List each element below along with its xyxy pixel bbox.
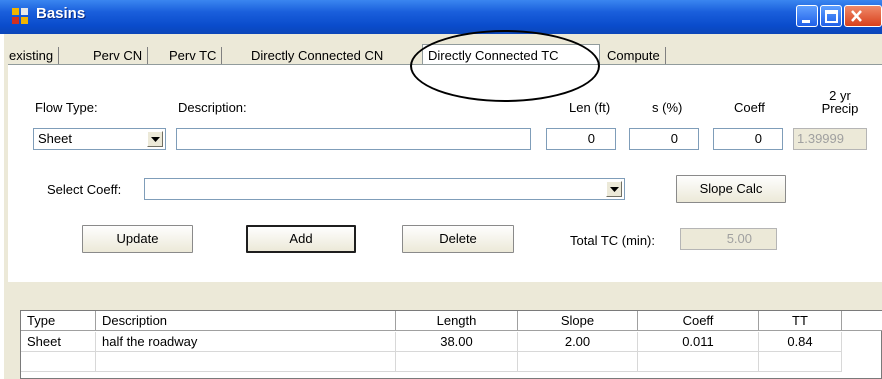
close-icon	[851, 10, 862, 22]
cell-empty	[518, 352, 638, 372]
total-tc-label: Total TC (min):	[570, 233, 655, 248]
cell-empty	[96, 352, 396, 372]
title-bar[interactable]	[0, 0, 882, 34]
close-button[interactable]	[844, 5, 882, 27]
coeff-input[interactable]: 0	[713, 128, 783, 150]
cell-empty	[638, 352, 759, 372]
column-header-filler	[842, 311, 882, 331]
column-header-tt[interactable]: TT	[759, 311, 842, 331]
flow-type-label: Flow Type:	[35, 100, 98, 115]
minimize-button[interactable]	[796, 5, 818, 27]
flow-type-dropdown-button[interactable]	[147, 131, 163, 147]
delete-button[interactable]: Delete	[402, 225, 514, 253]
column-header-coeff[interactable]: Coeff	[638, 311, 759, 331]
cell-description: half the roadway	[96, 332, 396, 352]
flow-type-value: Sheet	[38, 131, 72, 146]
cell-slope: 2.00	[518, 332, 638, 352]
description-input[interactable]	[176, 128, 531, 150]
column-header-slope[interactable]: Slope	[518, 311, 638, 331]
app-icon	[12, 8, 28, 24]
maximize-icon	[825, 10, 838, 23]
cell-type: Sheet	[21, 332, 96, 352]
minimize-icon	[802, 20, 810, 23]
chevron-down-icon	[610, 187, 619, 192]
slope-input[interactable]: 0	[629, 128, 699, 150]
column-header-description[interactable]: Description	[96, 311, 396, 331]
results-grid[interactable]: Type Description Length Slope Coeff TT S…	[20, 310, 882, 379]
precip-label-line2: Precip	[821, 101, 859, 116]
annotation-ellipse	[410, 30, 600, 102]
cell-empty	[21, 352, 96, 372]
maximize-button[interactable]	[820, 5, 842, 27]
coeff-label: Coeff	[734, 100, 765, 115]
window-title: Basins	[36, 5, 86, 22]
column-header-type[interactable]: Type	[21, 311, 96, 331]
cell-length: 38.00	[396, 332, 518, 352]
slope-calc-button[interactable]: Slope Calc	[676, 175, 786, 203]
add-button[interactable]: Add	[246, 225, 356, 253]
precip-label: 2 yr Precip	[816, 89, 864, 115]
column-header-length[interactable]: Length	[396, 311, 518, 331]
select-coeff-dropdown-button[interactable]	[606, 181, 622, 197]
cell-empty	[396, 352, 518, 372]
chevron-down-icon	[151, 137, 160, 142]
precip-input: 1.39999	[793, 128, 867, 150]
cell-coeff: 0.011	[638, 332, 759, 352]
description-label: Description:	[178, 100, 247, 115]
length-input[interactable]: 0	[546, 128, 616, 150]
update-button[interactable]: Update	[82, 225, 193, 253]
total-tc-value: 5.00	[680, 228, 777, 250]
flow-type-select[interactable]: Sheet	[33, 128, 166, 150]
select-coeff-select[interactable]	[144, 178, 625, 200]
cell-empty	[759, 352, 842, 372]
select-coeff-label: Select Coeff:	[47, 182, 122, 197]
slope-percent-label: s (%)	[652, 100, 683, 115]
len-label: Len (ft)	[569, 100, 611, 115]
cell-tt: 0.84	[759, 332, 842, 352]
